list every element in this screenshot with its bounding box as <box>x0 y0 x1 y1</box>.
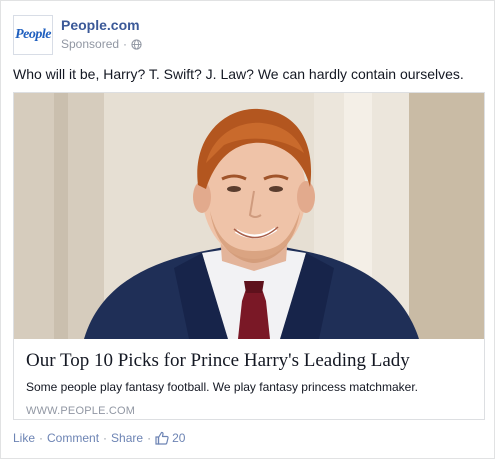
comment-button[interactable]: Comment <box>47 431 99 445</box>
page-name-link[interactable]: People.com <box>61 17 142 34</box>
like-count-value: 20 <box>172 431 186 445</box>
post-meta: Sponsored · <box>61 36 142 52</box>
action-separator: · <box>39 431 44 445</box>
link-attachment[interactable]: Our Top 10 Picks for Prince Harry's Lead… <box>13 92 485 420</box>
globe-icon[interactable] <box>131 38 142 50</box>
like-button[interactable]: Like <box>13 431 35 445</box>
portrait-illustration <box>14 93 484 339</box>
action-separator: · <box>103 431 108 445</box>
action-separator: · <box>147 431 152 445</box>
link-body: Our Top 10 Picks for Prince Harry's Lead… <box>14 339 484 417</box>
avatar-logo-text: People <box>15 27 51 42</box>
share-button[interactable]: Share <box>111 431 143 445</box>
like-count[interactable]: 20 <box>155 431 185 445</box>
post-message: Who will it be, Harry? T. Swift? J. Law?… <box>13 66 464 82</box>
link-title[interactable]: Our Top 10 Picks for Prince Harry's Lead… <box>26 349 472 373</box>
link-domain: WWW.PEOPLE.COM <box>26 405 136 417</box>
header-text: People.com Sponsored · <box>61 15 142 55</box>
post-header: People People.com Sponsored · <box>13 15 142 55</box>
thumbs-up-icon <box>155 431 169 445</box>
page-avatar[interactable]: People <box>13 15 53 55</box>
sponsored-label[interactable]: Sponsored <box>61 36 119 52</box>
meta-separator: · <box>123 37 128 51</box>
sponsored-post-card: People People.com Sponsored · Who will i… <box>0 0 495 459</box>
link-photo[interactable] <box>14 93 484 339</box>
action-bar: Like · Comment · Share · 20 <box>13 430 185 446</box>
link-description: Some people play fantasy football. We pl… <box>26 380 418 394</box>
